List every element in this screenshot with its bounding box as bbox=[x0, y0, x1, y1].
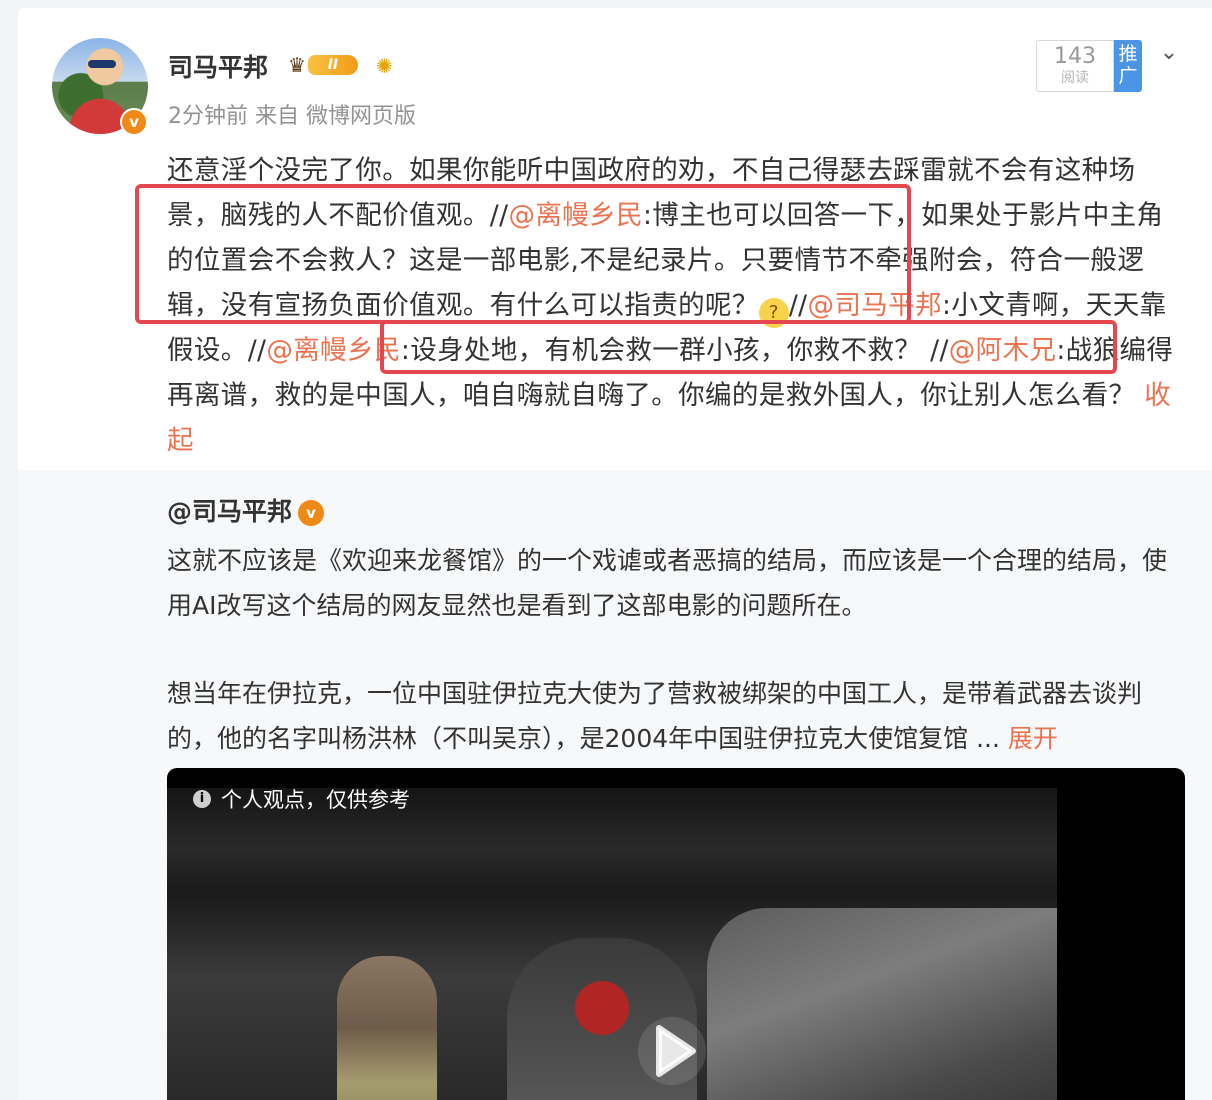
repost-paragraph: 想当年在伊拉克，一位中国驻伊拉克大使为了营救被绑架的中国工人，是带着武器去谈判的… bbox=[167, 671, 1177, 761]
verified-badge-icon: v bbox=[120, 108, 148, 136]
repost-section: @司马平邦 v 这就不应该是《欢迎来龙餐馆》的一个戏谑或者恶搞的结局，而应该是一个… bbox=[18, 470, 1212, 1100]
chevron-down-icon[interactable]: ⌄ bbox=[1156, 40, 1182, 66]
video-figure bbox=[707, 908, 1057, 1100]
repost-paragraph-text: 想当年在伊拉克，一位中国驻伊拉克大使为了营救被绑架的中国工人，是带着武器去谈判的… bbox=[167, 679, 1143, 753]
post-meta: 2分钟前 来自 微博网页版 bbox=[168, 104, 416, 129]
thinking-emoji: ? bbox=[758, 298, 789, 328]
mention-link[interactable]: @离幔乡民 bbox=[266, 335, 401, 366]
info-icon: i bbox=[193, 790, 211, 808]
verified-badge-icon: v bbox=[298, 500, 325, 526]
video-player[interactable]: i 个人观点，仅供参考 bbox=[167, 768, 1185, 1100]
read-count-box: 143 阅读 bbox=[1036, 40, 1114, 92]
post-text-part: // bbox=[788, 290, 808, 321]
post-text: 还意淫个没完了你。如果你能听中国政府的劝，不自己得瑟去踩雷就不会有这种场景，脑残… bbox=[167, 148, 1187, 463]
weibo-post-card: v 司马平邦 ♛ II ✺ 2分钟前 来自 微博网页版 143 阅读 推广 ⌄ … bbox=[18, 8, 1212, 1100]
play-icon[interactable] bbox=[637, 1016, 707, 1086]
member-level-badge[interactable]: ♛ II bbox=[288, 52, 358, 78]
sun-badge-icon[interactable]: ✺ bbox=[376, 54, 400, 78]
video-notice: i 个人观点，仅供参考 bbox=[193, 784, 410, 814]
crown-icon: ♛ bbox=[288, 53, 306, 77]
avatar-glasses bbox=[88, 60, 116, 68]
read-count: 143 bbox=[1054, 44, 1096, 69]
mention-link[interactable]: @司马平邦 bbox=[807, 290, 942, 321]
repost-paragraph: 这就不应该是《欢迎来龙餐馆》的一个戏谑或者恶搞的结局，而应该是一个合理的结局，使… bbox=[167, 546, 1168, 620]
video-notice-text: 个人观点，仅供参考 bbox=[221, 788, 410, 812]
author-name[interactable]: 司马平邦 bbox=[168, 48, 268, 84]
video-figure bbox=[337, 956, 437, 1100]
post-text-part: :设身处地，有机会救一群小孩，你救不救？ // bbox=[400, 335, 949, 366]
repost-author-name: @司马平邦 bbox=[167, 497, 293, 526]
read-label: 阅读 bbox=[1061, 70, 1089, 86]
mention-link[interactable]: @离幔乡民 bbox=[508, 200, 643, 231]
repost-author[interactable]: @司马平邦 v bbox=[167, 492, 325, 528]
repost-text: 这就不应该是《欢迎来龙餐馆》的一个戏谑或者恶搞的结局，而应该是一个合理的结局，使… bbox=[167, 538, 1177, 761]
level-badge-label: II bbox=[307, 55, 358, 75]
video-frame bbox=[167, 788, 1057, 1100]
expand-link[interactable]: 展开 bbox=[1008, 724, 1058, 753]
mention-link[interactable]: @阿木兄 bbox=[949, 335, 1057, 366]
promote-button[interactable]: 推广 bbox=[1114, 40, 1142, 92]
